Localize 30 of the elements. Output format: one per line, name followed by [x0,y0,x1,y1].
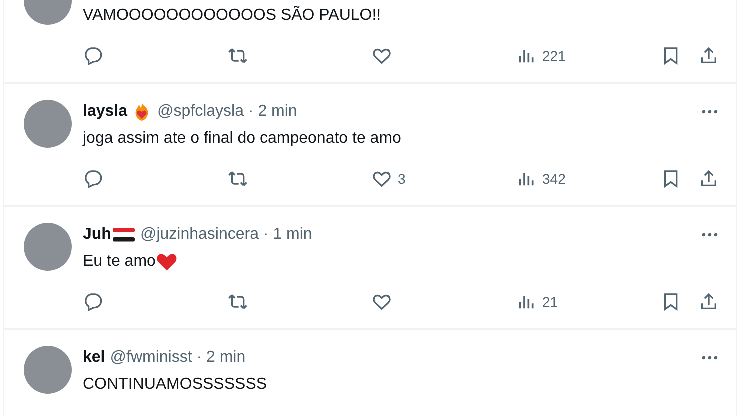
user-name[interactable]: Juh [83,226,112,244]
like-icon[interactable] [372,46,392,66]
like-icon[interactable] [372,169,392,189]
user-name[interactable]: kel [83,349,106,367]
share-icon[interactable] [699,292,719,312]
like-icon[interactable] [372,292,392,312]
view-count: 221 [542,48,566,64]
post-text: joga assim ate o final do campeonato te amo [83,130,402,148]
post-text: CONTINUAMOSSSSSSS [83,376,268,394]
flag-icon [113,228,136,242]
repost-icon[interactable] [228,292,248,312]
user-name[interactable]: laysla [83,103,128,121]
handle-and-time[interactable]: @juzinhasincera · 1 min [140,226,312,244]
share-icon[interactable] [699,169,719,189]
view-count: 21 [542,294,558,310]
repost-icon[interactable] [228,46,248,66]
like-count: 3 [398,171,406,187]
reply-icon[interactable] [83,46,103,66]
avatar-photo-placeholder[interactable] [24,346,72,394]
share-icon[interactable] [699,46,719,66]
handle-and-time[interactable]: @spfclaysla · 2 min [157,103,298,121]
post-text: Eu te amo [83,253,156,271]
view-count: 342 [542,171,566,187]
post-text: VAMOOOOOOOOOOOOS SÃO PAULO!! [83,7,382,25]
reply-icon[interactable] [83,292,103,312]
avatar-photo-placeholder[interactable] [24,100,72,148]
repost-icon[interactable] [228,169,248,189]
reply-icon[interactable] [83,169,103,189]
handle-and-time[interactable]: @fwminisst · 2 min [110,349,246,367]
avatar-photo-placeholder[interactable] [24,223,72,271]
